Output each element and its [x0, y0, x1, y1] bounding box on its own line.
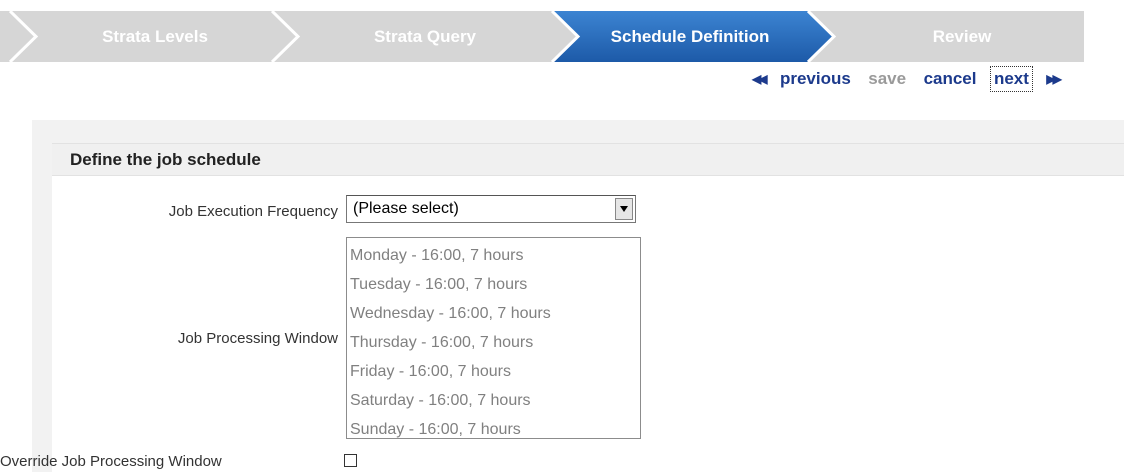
list-item[interactable]: Wednesday - 16:00, 7 hours	[347, 299, 640, 328]
override-label: Override Job Processing Window	[0, 453, 222, 470]
wizard-steps: Strata Levels Strata Query Schedule Defi…	[0, 11, 1084, 62]
step-review[interactable]: Review	[840, 11, 1084, 62]
previous-arrow-icon[interactable]: ◀◀	[752, 66, 768, 92]
chevron-separator	[270, 11, 301, 62]
step-schedule-definition[interactable]: Schedule Definition	[570, 11, 810, 62]
processing-window-listbox[interactable]: Monday - 16:00, 7 hours Tuesday - 16:00,…	[346, 237, 641, 439]
wizard-nav: ◀◀ previous save cancel next ▶▶	[752, 66, 1062, 92]
previous-link[interactable]: previous	[780, 66, 851, 92]
list-item[interactable]: Tuesday - 16:00, 7 hours	[347, 270, 640, 299]
frequency-select-value: (Please select)	[353, 200, 459, 217]
chevron-down-icon	[620, 206, 628, 212]
step-strata-query[interactable]: Strata Query	[300, 11, 550, 62]
list-item[interactable]: Monday - 16:00, 7 hours	[347, 241, 640, 270]
section-title: Define the job schedule	[70, 150, 261, 169]
frequency-label: Job Execution Frequency	[168, 203, 338, 220]
override-checkbox[interactable]	[344, 454, 357, 467]
window-label: Job Processing Window	[177, 330, 338, 347]
list-item[interactable]: Thursday - 16:00, 7 hours	[347, 328, 640, 357]
frequency-select[interactable]: (Please select)	[346, 195, 636, 223]
dropdown-button[interactable]	[615, 198, 633, 220]
next-link[interactable]: next	[989, 66, 1033, 92]
list-item[interactable]: Sunday - 16:00, 7 hours	[347, 415, 640, 444]
list-item[interactable]: Saturday - 16:00, 7 hours	[347, 386, 640, 415]
cancel-link[interactable]: cancel	[924, 66, 977, 92]
next-arrow-icon[interactable]: ▶▶	[1046, 66, 1062, 92]
list-item[interactable]: Friday - 16:00, 7 hours	[347, 357, 640, 386]
chevron-separator	[8, 11, 39, 62]
step-strata-levels[interactable]: Strata Levels	[40, 11, 270, 62]
save-link: save	[868, 69, 907, 88]
section-header: Define the job schedule	[52, 143, 1124, 176]
